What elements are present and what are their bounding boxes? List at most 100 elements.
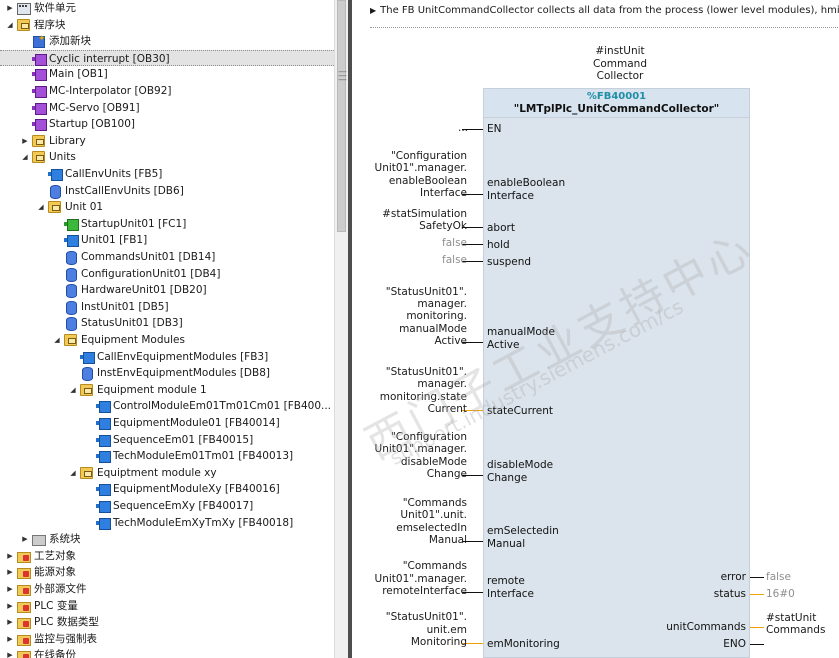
tree-item[interactable]: ▶ 在线备份 <box>0 647 334 658</box>
tree-item-label: Unit 01 <box>65 201 104 214</box>
param-hold[interactable]: false <box>352 237 467 249</box>
tree-item[interactable]: SequenceEm01 [FB40015] <box>0 432 334 448</box>
tree-item-label: TechModuleEmXyTmXy [FB40018] <box>113 516 294 529</box>
pin-em-selected-in-manual: emSelectedin Manual <box>487 525 559 550</box>
network-comment-text: The FB UnitCommandCollector collects all… <box>380 5 839 16</box>
tree-item[interactable]: Cyclic interrupt [OB30] <box>0 49 334 66</box>
fb-block-icon <box>96 450 111 464</box>
plc-datatype-icon <box>17 616 31 630</box>
tree-item[interactable]: CommandsUnit01 [DB14] <box>0 249 334 265</box>
tree-item[interactable]: CallEnvUnits [FB5] <box>0 166 334 182</box>
tree-item[interactable]: ▶ 监控与强制表 <box>0 631 334 647</box>
tree-item[interactable]: ControlModuleEm01Tm01Cm01 [FB400... <box>0 398 334 414</box>
collapse-arrow-icon[interactable]: ◢ <box>68 382 78 398</box>
tree-item[interactable]: StatusUnit01 [DB3] <box>0 315 334 332</box>
out-param-status[interactable]: 16#0 <box>766 588 795 600</box>
expand-arrow-icon[interactable]: ▶ <box>20 133 30 149</box>
tree-item[interactable]: ▶ Library <box>0 133 334 149</box>
tree-item[interactable]: InstUnit01 [DB5] <box>0 299 334 315</box>
tree-item[interactable]: ◢ Units <box>0 149 334 165</box>
tree-item[interactable]: ▶ PLC 变量 <box>0 598 334 614</box>
expand-arrow-icon[interactable]: ▶ <box>5 614 15 630</box>
param-em-selected-in-manual[interactable]: "Commands Unit01".unit. emselectedIn Manual <box>352 497 467 546</box>
tree-item[interactable]: MC-Servo [OB91] <box>0 100 334 116</box>
tree-item[interactable]: ▶ 系统块 <box>0 531 334 547</box>
tree-scrollbar[interactable]: — — — <box>334 0 348 658</box>
tree-item[interactable]: ◢ Equipment Modules <box>0 332 334 348</box>
tree-item[interactable]: InstEnvEquipmentModules [DB8] <box>0 365 334 382</box>
collapse-arrow-icon[interactable]: ◢ <box>52 332 62 348</box>
tree-item[interactable]: ▶ 外部源文件 <box>0 581 334 597</box>
param-remote-interface[interactable]: "Commands Unit01".manager. remoteInterface <box>352 560 467 597</box>
tree-item-label: Main [OB1] <box>49 68 108 81</box>
tree-item-label: InstUnit01 [DB5] <box>81 300 169 313</box>
out-param-error[interactable]: false <box>766 571 791 583</box>
tree-item-label: Equipment Modules <box>81 334 185 346</box>
expand-arrow-icon[interactable]: ▶ <box>5 564 15 580</box>
tree-item[interactable]: CallEnvEquipmentModules [FB3] <box>0 349 334 365</box>
tree-item[interactable]: ◢ Unit 01 <box>0 199 334 215</box>
tree-item[interactable]: StartupUnit01 [FC1] <box>0 216 334 232</box>
tree-item[interactable]: TechModuleEm01Tm01 [FB40013] <box>0 448 334 464</box>
tree-item[interactable]: ◢ 程序块 <box>0 17 334 33</box>
tree-item[interactable]: ▶ 工艺对象 <box>0 548 334 564</box>
tree-scrollbar-thumb[interactable] <box>337 0 346 232</box>
db-block-icon <box>64 251 77 265</box>
tree-item[interactable]: ConfigurationUnit01 [DB4] <box>0 266 334 282</box>
collapse-triangle-icon[interactable]: ▶ <box>370 6 376 15</box>
tree-item[interactable]: Startup [OB100] <box>0 116 334 132</box>
param-manual-mode-active[interactable]: "StatusUnit01". manager. monitoring. manual… <box>352 286 467 347</box>
tree-item[interactable]: ▶ PLC 数据类型 <box>0 614 334 630</box>
param-em-monitoring[interactable]: "StatusUnit01". unit.em Monitoring <box>352 611 467 648</box>
tree-item[interactable]: TechModuleEmXyTmXy [FB40018] <box>0 515 334 531</box>
tree-item[interactable]: Unit01 [FB1] <box>0 232 334 248</box>
tree-item-label: 能源对象 <box>34 566 76 579</box>
tree-item-label: 系统块 <box>49 533 81 546</box>
tree-item[interactable]: 添加新块 <box>0 31 334 49</box>
param-disable-mode-change[interactable]: "Configuration Unit01".manager. disableMod… <box>352 431 467 480</box>
collapse-arrow-icon[interactable]: ◢ <box>20 149 30 165</box>
db-block-icon <box>80 367 93 382</box>
expand-arrow-icon[interactable]: ▶ <box>5 647 15 658</box>
tree-item[interactable]: EquipmentModule01 [FB40014] <box>0 415 334 431</box>
expand-arrow-icon[interactable]: ▶ <box>5 631 15 647</box>
network-comment[interactable]: ▶ The FB UnitCommandCollector collects al… <box>370 5 839 21</box>
param-abort[interactable]: #statSimulation SafetyOk <box>352 208 467 232</box>
tree-item-label: CallEnvEquipmentModules [FB3] <box>97 350 269 363</box>
out-param-unit-commands[interactable]: #statUnit Commands <box>766 612 825 636</box>
tree-item[interactable]: Main [OB1] <box>0 66 334 82</box>
tree-item[interactable]: InstCallEnvUnits [DB6] <box>0 183 334 199</box>
tree-item-label: ConfigurationUnit01 [DB4] <box>81 267 221 280</box>
tree-item-label: TechModuleEm01Tm01 [FB40013] <box>113 450 294 463</box>
project-tree: ▶ 软件单元 ◢ 程序块添加新块 Cyclic interrupt [OB30] Main… <box>0 0 334 658</box>
expand-arrow-icon[interactable]: ▶ <box>5 581 15 597</box>
pin-em-monitoring: emMonitoring <box>487 638 560 650</box>
collapse-arrow-icon[interactable]: ◢ <box>68 465 78 481</box>
param-enable-boolean-interface[interactable]: "Configuration Unit01".manager. enableBool… <box>352 150 467 199</box>
tree-item-label: ControlModuleEm01Tm01Cm01 [FB400... <box>113 400 332 413</box>
expand-arrow-icon[interactable]: ▶ <box>5 0 15 16</box>
tree-item[interactable]: ▶ 软件单元 <box>0 0 334 16</box>
db-block-icon <box>48 184 61 199</box>
tree-item-label: HardwareUnit01 [DB20] <box>81 284 207 297</box>
splitter-grip-icon[interactable]: — — — <box>338 68 347 85</box>
tree-item-label: StatusUnit01 [DB3] <box>81 317 183 330</box>
expand-arrow-icon[interactable]: ▶ <box>5 548 15 564</box>
tree-item[interactable]: ◢ Equiptment module xy <box>0 465 334 481</box>
instance-line: #instUnit <box>595 45 645 57</box>
tree-item[interactable]: SequenceEmXy [FB40017] <box>0 498 334 514</box>
param-suspend[interactable]: false <box>352 254 467 266</box>
tree-item[interactable]: HardwareUnit01 [DB20] <box>0 282 334 299</box>
expand-arrow-icon[interactable]: ▶ <box>5 598 15 614</box>
folder-icon <box>32 134 45 147</box>
instance-db-label[interactable]: #instUnit Command Collector <box>580 45 660 83</box>
collapse-arrow-icon[interactable]: ◢ <box>5 17 15 33</box>
instance-line: Command <box>593 57 647 70</box>
collapse-arrow-icon[interactable]: ◢ <box>36 199 46 215</box>
expand-arrow-icon[interactable]: ▶ <box>20 531 30 547</box>
tree-item[interactable]: ◢ Equipment module 1 <box>0 382 334 398</box>
tree-item[interactable]: EquipmentModuleXy [FB40016] <box>0 481 334 497</box>
tree-item[interactable]: ▶ 能源对象 <box>0 564 334 580</box>
param-state-current[interactable]: "StatusUnit01". manager. monitoring.state C… <box>352 366 467 415</box>
tree-item[interactable]: MC-Interpolator [OB92] <box>0 83 334 99</box>
